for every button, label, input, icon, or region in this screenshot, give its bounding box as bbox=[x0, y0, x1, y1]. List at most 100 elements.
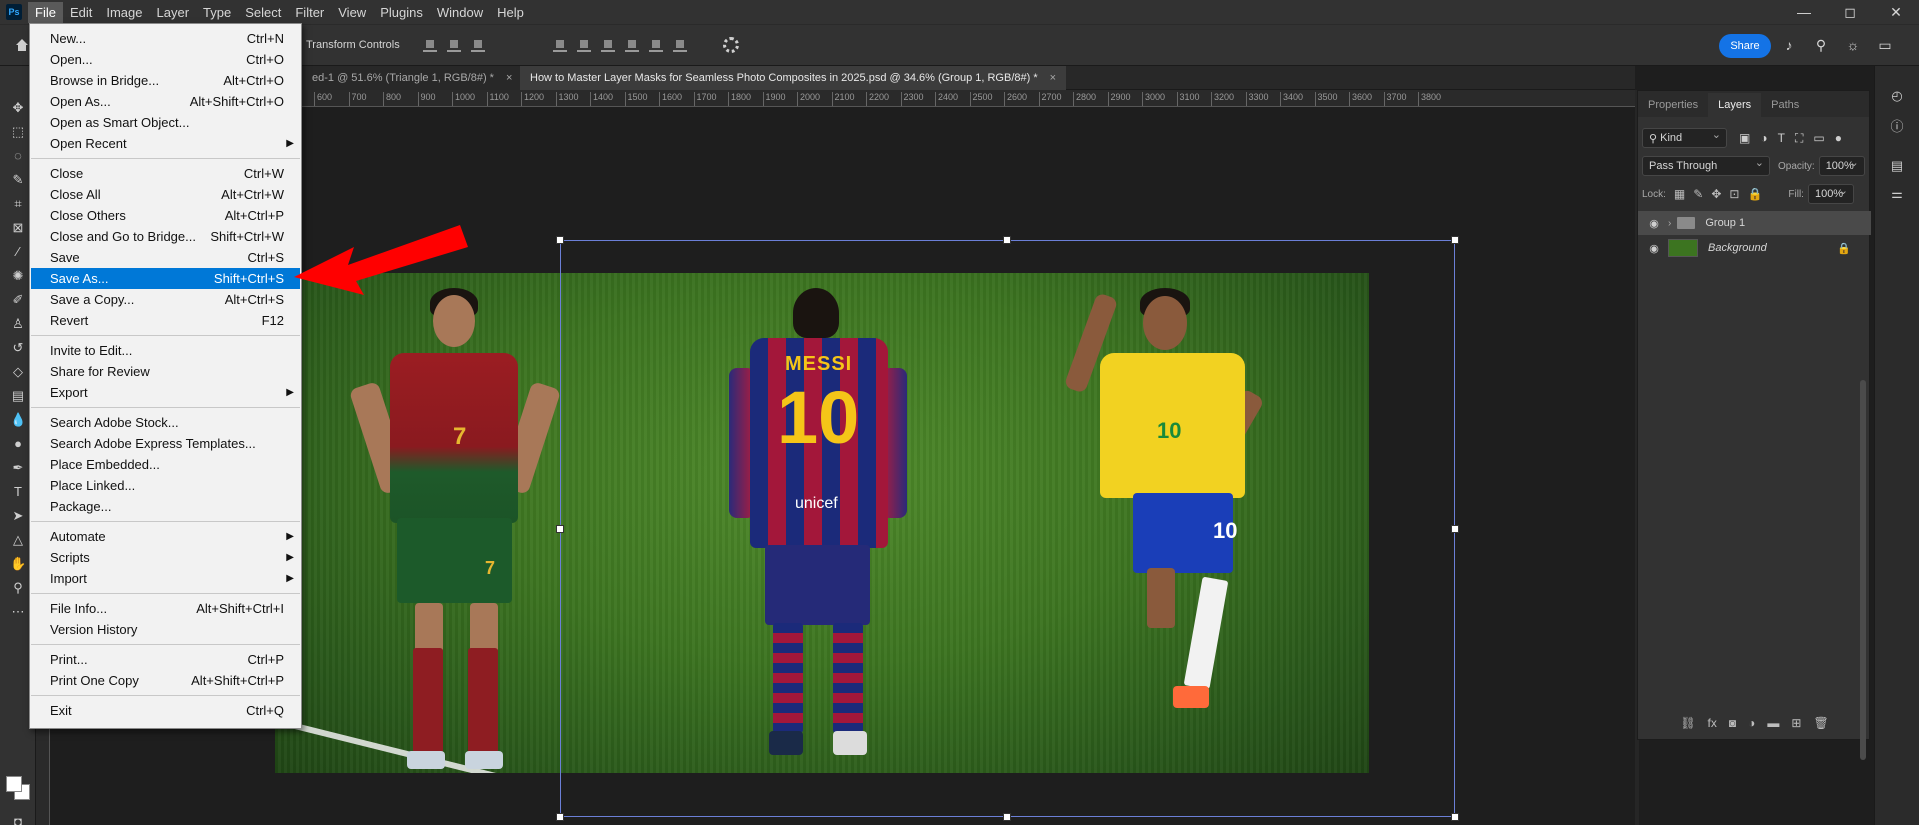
menu-plugins[interactable]: Plugins bbox=[373, 2, 430, 23]
opacity-field[interactable]: 100% bbox=[1818, 156, 1865, 176]
blend-mode-select[interactable]: Pass Through bbox=[1642, 156, 1770, 176]
lock-artboard-icon[interactable]: ⊡ bbox=[1729, 187, 1739, 201]
search-icon[interactable]: ⚲ bbox=[1814, 37, 1828, 53]
transform-handle-br[interactable] bbox=[1451, 813, 1459, 821]
tab-paths[interactable]: Paths bbox=[1761, 99, 1809, 117]
tab-close-icon[interactable]: × bbox=[506, 72, 512, 84]
eyedropper-tool-icon[interactable]: ⁄ bbox=[10, 244, 26, 260]
marquee-tool-icon[interactable]: ⬚ bbox=[10, 124, 26, 140]
file-menu-item[interactable]: Invite to Edit... bbox=[31, 340, 300, 361]
file-menu-item[interactable]: Close and Go to Bridge... Shift+Ctrl+W bbox=[31, 226, 300, 247]
crop-tool-icon[interactable]: ⌗ bbox=[10, 196, 26, 212]
align-vertical-centers-icon[interactable] bbox=[577, 38, 591, 52]
align-bottom-edges-icon[interactable] bbox=[601, 38, 615, 52]
file-menu-item[interactable]: Scripts ▶ bbox=[31, 547, 300, 568]
menu-select[interactable]: Select bbox=[238, 2, 288, 23]
transform-handle-bc[interactable] bbox=[1003, 813, 1011, 821]
zoom-tool-icon[interactable]: ⚲ bbox=[10, 580, 26, 596]
file-menu-item[interactable]: Browse in Bridge... Alt+Ctrl+O bbox=[31, 70, 300, 91]
file-menu-item[interactable]: Place Linked... bbox=[31, 475, 300, 496]
file-menu-item[interactable]: Open as Smart Object... bbox=[31, 112, 300, 133]
fx-icon[interactable]: fx bbox=[1708, 716, 1717, 730]
file-menu-item[interactable]: Close Others Alt+Ctrl+P bbox=[31, 205, 300, 226]
transform-handle-mr[interactable] bbox=[1451, 525, 1459, 533]
gradient-tool-icon[interactable]: ▤ bbox=[10, 388, 26, 404]
add-mask-icon[interactable]: ◙ bbox=[1729, 716, 1736, 730]
gear-icon[interactable] bbox=[723, 37, 739, 53]
align-right-edges-icon[interactable] bbox=[471, 38, 485, 52]
file-menu-item[interactable]: Close All Alt+Ctrl+W bbox=[31, 184, 300, 205]
align-left-edges-icon[interactable] bbox=[423, 38, 437, 52]
lock-all-icon[interactable]: 🔒 bbox=[1747, 187, 1762, 201]
transform-handle-tc[interactable] bbox=[1003, 236, 1011, 244]
layer-row-group-1[interactable]: ◉ › Group 1 bbox=[1638, 211, 1871, 235]
hand-tool-icon[interactable]: ✋ bbox=[10, 556, 26, 572]
distribute-centers-icon[interactable] bbox=[673, 38, 687, 52]
eye-icon[interactable]: ◉ bbox=[1646, 217, 1662, 230]
file-menu-item[interactable]: Share for Review bbox=[31, 361, 300, 382]
quick-mask-icon[interactable]: ◘ bbox=[10, 814, 26, 825]
tab-close-icon[interactable]: × bbox=[1050, 72, 1056, 84]
menu-layer[interactable]: Layer bbox=[150, 2, 197, 23]
file-menu-item[interactable]: Version History bbox=[31, 619, 300, 640]
file-menu-item[interactable]: Place Embedded... bbox=[31, 454, 300, 475]
file-menu-item[interactable]: Close Ctrl+W bbox=[31, 163, 300, 184]
info-icon[interactable]: ⓘ bbox=[1889, 116, 1905, 134]
pen-tool-icon[interactable]: ✒ bbox=[10, 460, 26, 476]
file-menu-item[interactable]: File Info... Alt+Shift+Ctrl+I bbox=[31, 598, 300, 619]
transform-handle-tr[interactable] bbox=[1451, 236, 1459, 244]
transform-handle-bl[interactable] bbox=[556, 813, 564, 821]
file-menu-item[interactable]: Save As... Shift+Ctrl+S bbox=[31, 268, 300, 289]
file-menu-item[interactable]: Save a Copy... Alt+Ctrl+S bbox=[31, 289, 300, 310]
file-menu-item[interactable]: Import ▶ bbox=[31, 568, 300, 589]
filter-type-icon[interactable]: T bbox=[1778, 131, 1785, 145]
filter-smart-object-icon[interactable]: ▭ bbox=[1813, 131, 1824, 145]
menu-window[interactable]: Window bbox=[430, 2, 490, 23]
file-menu-item[interactable]: Print One Copy Alt+Shift+Ctrl+P bbox=[31, 670, 300, 691]
close-button[interactable]: ✕ bbox=[1873, 0, 1919, 24]
eraser-tool-icon[interactable]: ◇ bbox=[10, 364, 26, 380]
transform-handle-ml[interactable] bbox=[556, 525, 564, 533]
filter-shape-icon[interactable]: ⛶ bbox=[1795, 131, 1803, 146]
distribute-icon[interactable] bbox=[625, 38, 639, 52]
workspace-icon[interactable]: ▭ bbox=[1878, 37, 1892, 53]
maximize-button[interactable]: ◻ bbox=[1827, 0, 1873, 24]
menu-image[interactable]: Image bbox=[99, 2, 149, 23]
quick-select-tool-icon[interactable]: ✎ bbox=[10, 172, 26, 188]
kind-filter-select[interactable]: ⚲ Kind bbox=[1642, 128, 1727, 148]
distribute-spacing-icon[interactable] bbox=[649, 38, 663, 52]
align-top-edges-icon[interactable] bbox=[553, 38, 567, 52]
menu-type[interactable]: Type bbox=[196, 2, 238, 23]
dodge-tool-icon[interactable]: ● bbox=[10, 436, 26, 452]
home-icon[interactable] bbox=[14, 37, 30, 53]
align-horizontal-centers-icon[interactable] bbox=[447, 38, 461, 52]
file-menu-item[interactable]: Print... Ctrl+P bbox=[31, 649, 300, 670]
shape-tool-icon[interactable]: △ bbox=[10, 532, 26, 548]
link-layers-icon[interactable]: ⛓ bbox=[1680, 716, 1695, 730]
filter-toggle-icon[interactable]: ● bbox=[1835, 131, 1842, 145]
filter-pixel-icon[interactable]: ▣ bbox=[1739, 131, 1750, 145]
tab-layers[interactable]: Layers bbox=[1708, 93, 1762, 117]
menu-edit[interactable]: Edit bbox=[63, 2, 99, 23]
tab-properties[interactable]: Properties bbox=[1638, 99, 1708, 117]
lock-transparent-icon[interactable]: ▦ bbox=[1674, 187, 1685, 201]
file-menu-item[interactable]: Save Ctrl+S bbox=[31, 247, 300, 268]
file-menu-item[interactable]: Revert F12 bbox=[31, 310, 300, 331]
file-menu-item[interactable]: Automate ▶ bbox=[31, 526, 300, 547]
more-tools-icon[interactable]: ⋯ bbox=[10, 604, 26, 620]
file-menu-item[interactable]: Search Adobe Express Templates... bbox=[31, 433, 300, 454]
delete-layer-icon[interactable]: 🗑 bbox=[1813, 716, 1828, 730]
lasso-tool-icon[interactable]: ◌ bbox=[10, 148, 26, 164]
adjustments-icon[interactable]: ⚌ bbox=[1889, 186, 1905, 202]
eye-icon[interactable]: ◉ bbox=[1646, 242, 1662, 255]
lock-image-icon[interactable]: ✎ bbox=[1693, 187, 1703, 201]
share-button[interactable]: Share bbox=[1719, 34, 1771, 58]
file-menu-item[interactable]: Open... Ctrl+O bbox=[31, 49, 300, 70]
move-tool-icon[interactable]: ✥ bbox=[10, 100, 26, 116]
tab-document-2[interactable]: How to Master Layer Masks for Seamless P… bbox=[520, 66, 1067, 90]
menu-file[interactable]: File bbox=[28, 1, 63, 23]
frame-tool-icon[interactable]: ⊠ bbox=[10, 220, 26, 236]
history-icon[interactable]: ◴ bbox=[1889, 88, 1905, 104]
stamp-tool-icon[interactable]: ♙ bbox=[10, 316, 26, 332]
healing-tool-icon[interactable]: ✺ bbox=[10, 268, 26, 284]
